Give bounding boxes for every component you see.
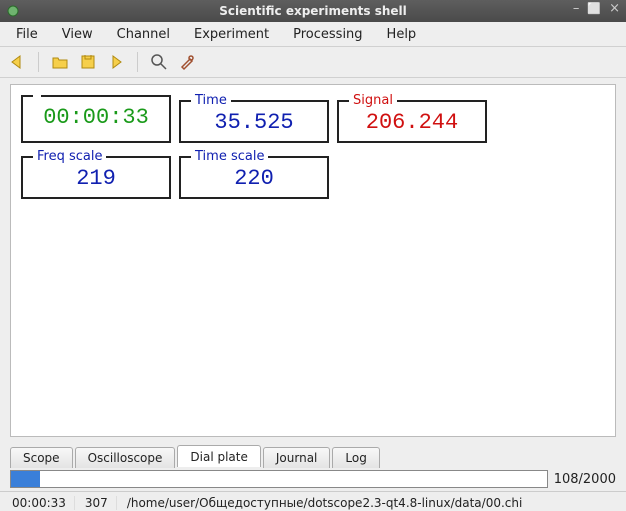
app-icon: [6, 4, 20, 18]
progress-fill: [11, 471, 40, 487]
window-titlebar: Scientific experiments shell – ⬜ ×: [0, 0, 626, 22]
status-frame: 307: [77, 496, 117, 510]
tab-dial-plate[interactable]: Dial plate: [177, 445, 260, 467]
open-folder-icon[interactable]: [51, 53, 69, 71]
progress-bar[interactable]: [10, 470, 548, 488]
window-title: Scientific experiments shell: [0, 4, 626, 18]
menubar: File View Channel Experiment Processing …: [0, 22, 626, 47]
tool-icon[interactable]: [178, 53, 196, 71]
back-icon[interactable]: [8, 53, 26, 71]
signal-label: Signal: [349, 95, 397, 107]
menu-file[interactable]: File: [6, 24, 48, 45]
toolbar: [0, 47, 626, 78]
freq-scale-label: Freq scale: [33, 151, 106, 163]
tab-journal[interactable]: Journal: [263, 447, 331, 468]
menu-help[interactable]: Help: [377, 24, 427, 45]
readout-grid: 00:00:33 Time 35.525 Signal 206.244 Freq…: [21, 95, 605, 199]
toolbar-separator: [38, 52, 39, 72]
close-button[interactable]: ×: [609, 2, 620, 16]
tabbar: Scope Oscilloscope Dial plate Journal Lo…: [10, 443, 616, 467]
forward-icon[interactable]: [107, 53, 125, 71]
minimize-button[interactable]: –: [573, 2, 580, 16]
dial-plate-panel: 00:00:33 Time 35.525 Signal 206.244 Freq…: [10, 84, 616, 437]
maximize-button[interactable]: ⬜: [587, 2, 601, 16]
client-area: 00:00:33 Time 35.525 Signal 206.244 Freq…: [0, 78, 626, 467]
tab-scope[interactable]: Scope: [10, 447, 73, 468]
save-icon[interactable]: [79, 53, 97, 71]
time-scale-value: 220: [234, 166, 274, 191]
time-value: 35.525: [214, 110, 293, 135]
tab-log[interactable]: Log: [332, 447, 379, 468]
freq-scale-value: 219: [76, 166, 116, 191]
time-scale-label: Time scale: [191, 151, 268, 163]
clock-readout: 00:00:33: [21, 95, 171, 143]
freq-scale-readout: Freq scale 219: [21, 151, 171, 199]
time-readout: Time 35.525: [179, 95, 329, 143]
status-time: 00:00:33: [4, 496, 75, 510]
signal-readout: Signal 206.244: [337, 95, 487, 143]
time-label: Time: [191, 95, 231, 107]
zoom-icon[interactable]: [150, 53, 168, 71]
tab-oscilloscope[interactable]: Oscilloscope: [75, 447, 176, 468]
status-path: /home/user/Общедоступные/dotscope2.3-qt4…: [119, 496, 622, 510]
statusbar: 00:00:33 307 /home/user/Общедоступные/do…: [0, 491, 626, 511]
menu-experiment[interactable]: Experiment: [184, 24, 279, 45]
signal-value: 206.244: [366, 110, 458, 135]
toolbar-separator: [137, 52, 138, 72]
menu-processing[interactable]: Processing: [283, 24, 372, 45]
time-scale-readout: Time scale 220: [179, 151, 329, 199]
clock-value: 00:00:33: [43, 105, 149, 130]
menu-view[interactable]: View: [52, 24, 103, 45]
menu-channel[interactable]: Channel: [107, 24, 180, 45]
progress-row: 108/2000: [0, 467, 626, 491]
progress-text: 108/2000: [554, 472, 616, 487]
